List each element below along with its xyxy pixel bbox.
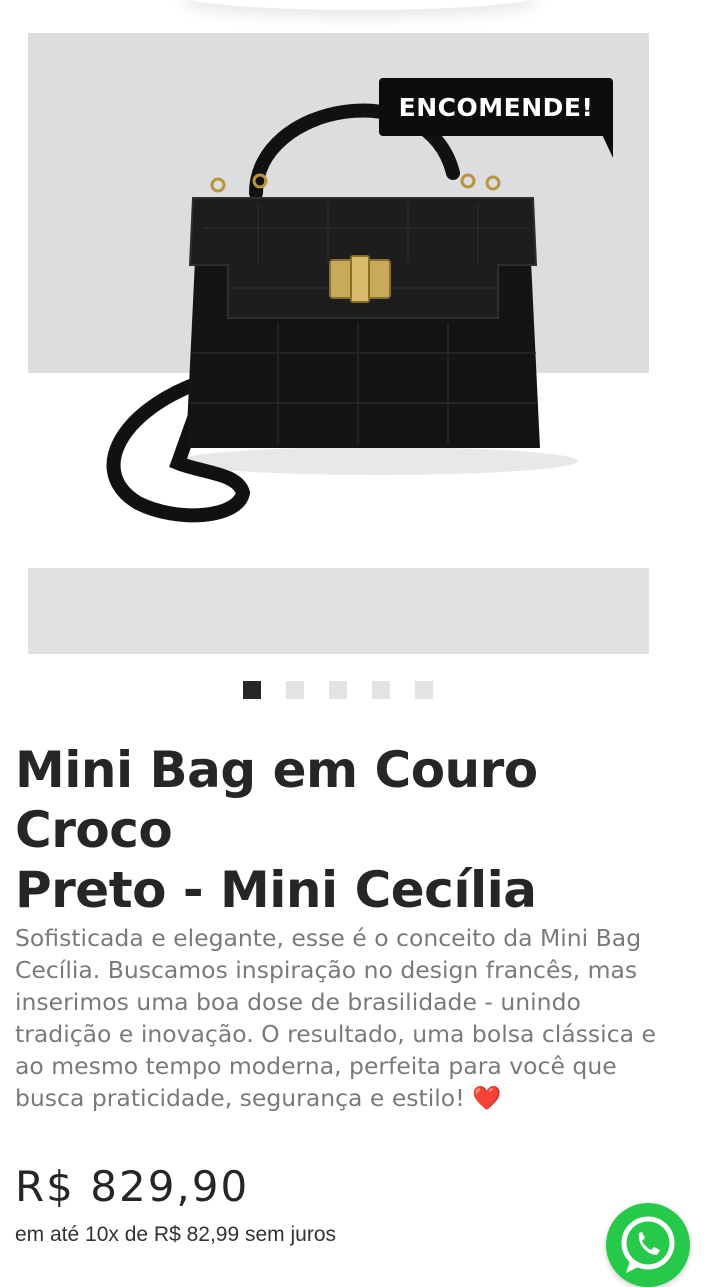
pagination-dot-5[interactable]: [415, 681, 433, 699]
whatsapp-button[interactable]: [606, 1203, 690, 1287]
whatsapp-icon: [621, 1216, 675, 1273]
pagination-dot-2[interactable]: [286, 681, 304, 699]
order-badge: ENCOMENDE!: [379, 78, 613, 136]
product-title-line-2: Preto - Mini Cecília: [15, 861, 537, 919]
product-price: R$ 829,90: [15, 1162, 250, 1211]
badge-tail: [600, 130, 613, 158]
gallery-pagination: [243, 681, 433, 699]
pagination-dot-4[interactable]: [372, 681, 390, 699]
heart-emoji: ❤️: [472, 1084, 502, 1112]
product-title-line-1: Mini Bag em Couro Croco: [15, 741, 538, 859]
pagination-dot-3[interactable]: [329, 681, 347, 699]
product-title: Mini Bag em Couro Croco Preto - Mini Cec…: [15, 740, 695, 920]
installment-info: em até 10x de R$ 82,99 sem juros: [15, 1223, 337, 1246]
product-description: Sofisticada e elegante, esse é o conceit…: [15, 922, 675, 1114]
description-text: Sofisticada e elegante, esse é o conceit…: [15, 924, 656, 1112]
header-shadow: [180, 0, 540, 10]
gallery-secondary-image[interactable]: [28, 568, 649, 654]
pagination-dot-1[interactable]: [243, 681, 261, 699]
